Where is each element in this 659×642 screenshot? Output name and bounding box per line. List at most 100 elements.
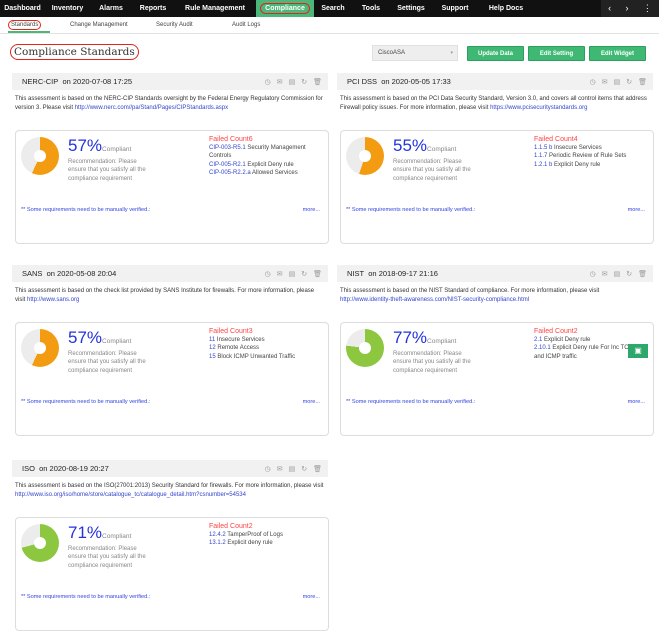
nav-item-search[interactable]: Search (314, 0, 352, 17)
nav-next-icon[interactable]: › (625, 0, 628, 17)
schedule-icon[interactable]: ◷ (265, 78, 271, 86)
nav-item-settings[interactable]: Settings (390, 0, 432, 17)
schedule-icon[interactable]: ◷ (265, 465, 271, 473)
more-link[interactable]: more... (628, 207, 645, 213)
failed-item-link[interactable]: 13.1.2 (209, 540, 226, 546)
more-vertical-icon[interactable]: ⋮ (643, 0, 652, 17)
pdf-icon[interactable]: ▤ (614, 78, 621, 86)
delete-icon[interactable]: 🗑 (313, 270, 322, 278)
failed-item-link[interactable]: 12.4.2 (209, 532, 226, 538)
compliance-donut (21, 524, 59, 562)
nav-item-reports[interactable]: Reports (132, 0, 174, 17)
failed-item: 12.4.2 TamperProof of Logs (209, 531, 327, 539)
nav-item-support[interactable]: Support (432, 0, 478, 17)
standard-link[interactable]: http://www.sans.org (27, 297, 79, 303)
failed-item-text: Explicit Deny rule (247, 161, 294, 168)
delete-icon[interactable]: 🗑 (313, 78, 322, 86)
failed-item-link[interactable]: 2.1 (534, 337, 542, 343)
nav-item-dashboard[interactable]: Dashboard (0, 0, 45, 17)
edit-widget-button[interactable]: Edit Widget (589, 46, 646, 61)
nav-prev-icon[interactable]: ‹ (608, 0, 611, 17)
schedule-icon[interactable]: ◷ (590, 78, 596, 86)
widget-description: This assessment is based on the PCI Data… (337, 90, 653, 130)
failed-count: Failed Count3 (209, 328, 253, 335)
manual-verify-link[interactable]: ** Some requirements need to be manually… (21, 594, 150, 600)
refresh-icon[interactable]: ↻ (301, 270, 307, 278)
failed-item-link[interactable]: 1.2.1 b (534, 162, 552, 168)
pdf-icon[interactable]: ▤ (614, 270, 621, 278)
nav-item-inventory[interactable]: Inventory (45, 0, 90, 17)
delete-icon[interactable]: 🗑 (313, 465, 322, 473)
failed-item: CIP-005-R2.1 Explicit Deny rule (209, 161, 327, 169)
failed-item-text: Block ICMP Unwanted Traffic (217, 353, 296, 360)
more-link[interactable]: more... (303, 594, 320, 600)
failed-item-link[interactable]: CIP-005-R2.1 (209, 162, 246, 168)
device-select[interactable]: CiscoASA ▾ (372, 45, 458, 61)
manual-verify-link[interactable]: ** Some requirements need to be manually… (21, 399, 150, 405)
percent-value: 55% (393, 136, 428, 155)
mail-icon[interactable]: ✉ (277, 270, 283, 278)
schedule-icon[interactable]: ◷ (265, 270, 271, 278)
refresh-icon[interactable]: ↻ (301, 465, 307, 473)
failed-item-text: Explicit deny rule (227, 540, 273, 547)
nav-item-label: Inventory (51, 5, 84, 12)
update-data-button[interactable]: Update Data (467, 46, 524, 61)
widget-header: NERC-CIP on 2020-07-08 17:25 ◷ ✉ ▤ ↻ 🗑 (12, 73, 328, 90)
pdf-icon[interactable]: ▤ (289, 78, 296, 86)
widget-description: This assessment is based on the NERC-CIP… (12, 90, 328, 130)
mail-icon[interactable]: ✉ (277, 78, 283, 86)
refresh-icon[interactable]: ↻ (626, 78, 632, 86)
tab-audit-logs[interactable]: Audit Logs (232, 17, 282, 33)
standard-link[interactable]: https://www.pcisecuritystandards.org (490, 105, 587, 111)
chat-icon[interactable]: ▣ (628, 344, 648, 358)
nav-item-help-docs[interactable]: Help Docs (478, 0, 534, 17)
manual-verify-link[interactable]: ** Some requirements need to be manually… (21, 207, 150, 213)
failed-item-link[interactable]: 11 (209, 337, 215, 343)
tab-standards[interactable]: Standards (8, 17, 50, 33)
standard-link[interactable]: http://www.nerc.com//pa/Stand/Pages/CIPS… (75, 105, 228, 111)
compliance-donut (346, 329, 384, 367)
compliance-card: 55%Compliant Recommendation: Please ensur… (340, 130, 654, 244)
tab-security-audit[interactable]: Security Audit (156, 17, 218, 33)
schedule-icon[interactable]: ◷ (590, 270, 596, 278)
failed-count: Failed Count2 (209, 523, 253, 530)
chevron-down-icon: ▾ (450, 50, 453, 56)
nav-item-rule-management[interactable]: Rule Management (174, 0, 256, 17)
nav-item-label: Settings (397, 5, 425, 12)
standard-link[interactable]: http://www.identity-theft-awareness.com/… (340, 297, 529, 303)
compliance-card: 57%Compliant Recommendation: Please ensur… (15, 322, 329, 436)
recommendation: Recommendation: Please ensure that you s… (393, 159, 471, 182)
more-link[interactable]: more... (303, 399, 320, 405)
failed-item-link[interactable]: CIP-003-R5.1 (209, 145, 246, 151)
widget-header: PCI DSS on 2020-05-05 17:33 ◷ ✉ ▤ ↻ 🗑 (337, 73, 653, 90)
tab-change-management[interactable]: Change Management (70, 17, 142, 33)
delete-icon[interactable]: 🗑 (638, 78, 647, 86)
refresh-icon[interactable]: ↻ (626, 270, 632, 278)
manual-verify-link[interactable]: ** Some requirements need to be manually… (346, 399, 475, 405)
mail-icon[interactable]: ✉ (602, 270, 608, 278)
pdf-icon[interactable]: ▤ (289, 465, 296, 473)
failed-item-link[interactable]: 1.1.5 b (534, 145, 552, 151)
mail-icon[interactable]: ✉ (602, 78, 608, 86)
widget-date: on 2020-08-19 20:27 (39, 464, 109, 473)
failed-item-link[interactable]: 2.10.1 (534, 345, 551, 351)
manual-verify-link[interactable]: ** Some requirements need to be manually… (346, 207, 475, 213)
pdf-icon[interactable]: ▤ (289, 270, 296, 278)
tab-label: Change Management (70, 22, 128, 28)
failed-item-link[interactable]: CIP-005-R2.2.a (209, 170, 251, 176)
nav-item-tools[interactable]: Tools (352, 0, 390, 17)
failed-item-link[interactable]: 1.1.7 (534, 153, 547, 159)
failed-item-link[interactable]: 15 (209, 354, 216, 360)
edit-setting-button[interactable]: Edit Setting (528, 46, 585, 61)
delete-icon[interactable]: 🗑 (638, 270, 647, 278)
refresh-icon[interactable]: ↻ (301, 78, 307, 86)
more-link[interactable]: more... (303, 207, 320, 213)
failed-item-link[interactable]: 12 (209, 345, 216, 351)
failed-item-text: Allowed Services (252, 169, 298, 176)
mail-icon[interactable]: ✉ (277, 465, 283, 473)
standard-link[interactable]: http://www.iso.org/iso/home/store/catalo… (15, 492, 246, 498)
nav-item-compliance[interactable]: Compliance (256, 0, 314, 17)
more-link[interactable]: more... (628, 399, 645, 405)
nav-item-alarms[interactable]: Alarms (90, 0, 132, 17)
compliance-card: 77%Compliant Recommendation: Please ensur… (340, 322, 654, 436)
